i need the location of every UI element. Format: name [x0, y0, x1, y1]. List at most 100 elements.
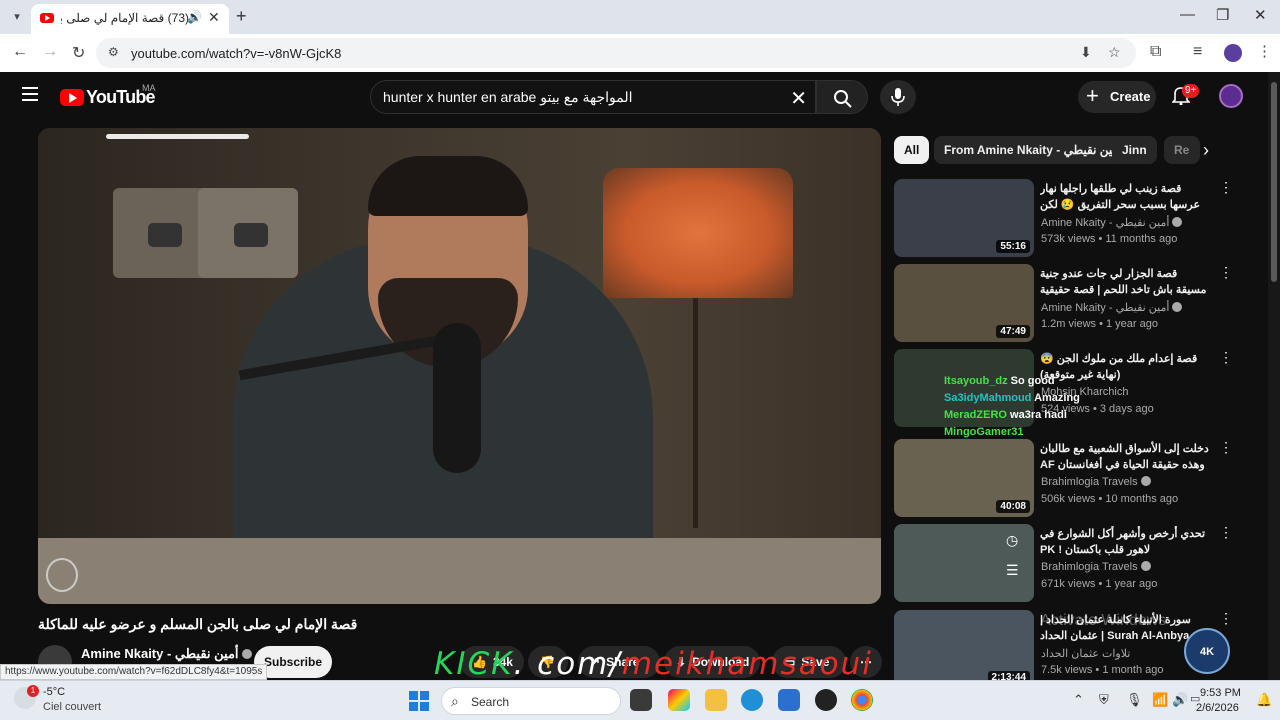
- channel-name[interactable]: Amine Nkaity - أمين نقيطي: [81, 646, 252, 662]
- verified-check-icon: [1140, 476, 1151, 486]
- more-options-icon[interactable]: ⋮: [1219, 524, 1233, 541]
- recommendation-item[interactable]: ◷ ☰ تحدي أرخص وأشهر أكل الشوارع في لاهور…: [894, 524, 1234, 604]
- weather-temperature[interactable]: -5°C: [43, 686, 65, 698]
- chip-from-channel[interactable]: From Amine Nkaity - أمين نقيطي: [934, 136, 1133, 164]
- extensions-icon[interactable]: ⧉: [1150, 43, 1161, 61]
- recommendation-channel-text[interactable]: Brahimlogia Travels: [1041, 476, 1138, 488]
- video-frame-hair: [368, 156, 528, 216]
- task-view-icon[interactable]: [630, 689, 652, 711]
- tab-search-dropdown-icon[interactable]: ▾: [8, 8, 26, 26]
- recommendation-channel-text[interactable]: Amine Nkaity - أمين نقيطي: [1041, 217, 1169, 229]
- search-query[interactable]: hunter x hunter en arabe المواجهة مع بيت…: [383, 89, 633, 106]
- notification-center-icon[interactable]: 🔔: [1256, 692, 1272, 708]
- page-scrollbar[interactable]: [1268, 72, 1280, 680]
- recommendation-channel[interactable]: Brahimlogia Travels: [1041, 561, 1151, 573]
- chip-all[interactable]: All: [894, 136, 930, 164]
- more-options-icon[interactable]: ⋮: [1219, 264, 1233, 281]
- recommendation-channel[interactable]: Amine Nkaity - أمين نقيطي: [1041, 301, 1183, 314]
- show-hidden-icons[interactable]: ⌃: [1073, 692, 1084, 708]
- add-to-queue-icon[interactable]: ☰: [1006, 562, 1019, 579]
- menu-icon[interactable]: [22, 87, 38, 101]
- chrome-icon[interactable]: [851, 689, 873, 711]
- file-explorer-icon[interactable]: [705, 689, 727, 711]
- window-close-icon[interactable]: ✕: [1254, 6, 1267, 24]
- recommendation-channel[interactable]: Brahimlogia Travels: [1041, 476, 1151, 488]
- site-info-icon[interactable]: ⚙: [108, 45, 119, 59]
- recommendation-channel-text[interactable]: Amine Nkaity - أمين نقيطي: [1041, 302, 1169, 314]
- windows-start-icon[interactable]: [409, 691, 429, 711]
- video-progress-bar[interactable]: [106, 134, 249, 139]
- create-label: Create: [1110, 89, 1151, 104]
- recommendation-title[interactable]: قصة الجزار لي جات عندو جنية مسيقة باش تا…: [1040, 266, 1210, 300]
- forward-icon[interactable]: →: [42, 43, 58, 61]
- chips-next-icon[interactable]: ›: [1203, 140, 1209, 161]
- recommendation-channel[interactable]: تلاوات عثمان الحداد: [1041, 647, 1130, 660]
- minimize-icon[interactable]: —: [1180, 6, 1195, 23]
- watch-later-icon[interactable]: ◷: [1006, 532, 1018, 549]
- activate-windows-watermark: Activate Windows: [1040, 612, 1167, 629]
- recommendation-title[interactable]: قصة زينب لي طلقها راجلها نهار عرسها بسبب…: [1040, 181, 1210, 215]
- recommendation-item[interactable]: 55:16 قصة زينب لي طلقها راجلها نهار عرسه…: [894, 179, 1234, 259]
- recommendation-item[interactable]: 47:49 قصة الجزار لي جات عندو جنية مسيقة …: [894, 264, 1234, 344]
- clock-date[interactable]: 2/6/2026: [1196, 702, 1239, 714]
- new-tab-icon[interactable]: +: [236, 6, 247, 27]
- bookmark-star-icon[interactable]: ☆: [1108, 44, 1121, 61]
- video-thumbnail[interactable]: 2:13:44: [894, 610, 1034, 688]
- media-controls-icon[interactable]: ≡: [1193, 43, 1202, 61]
- address-bar[interactable]: ⚙ youtube.com/watch?v=-v8nW-GjcK8 ⬇ ☆: [96, 38, 1136, 68]
- recommendation-title[interactable]: تحدي أرخص وأشهر أكل الشوارع في لاهور قلب…: [1040, 526, 1210, 558]
- edge-browser-icon[interactable]: [741, 689, 763, 711]
- more-options-icon[interactable]: ⋮: [1219, 349, 1233, 366]
- tab-audio-icon[interactable]: 🔊: [187, 10, 202, 24]
- channel-name-text[interactable]: Amine Nkaity - أمين نقيطي: [81, 646, 239, 661]
- create-button[interactable]: + Create: [1078, 81, 1156, 113]
- youtube-logo-icon[interactable]: [60, 89, 84, 106]
- search-button[interactable]: [816, 80, 868, 114]
- security-icon[interactable]: ⛨: [1099, 692, 1109, 708]
- microphone-tray-icon[interactable]: 🎙: [1126, 692, 1143, 708]
- video-thumbnail[interactable]: 47:49: [894, 264, 1034, 342]
- wifi-icon[interactable]: 📶: [1152, 692, 1168, 708]
- more-options-icon[interactable]: ⋮: [1219, 439, 1233, 456]
- video-thumbnail[interactable]: 40:08: [894, 439, 1034, 517]
- recommendation-item[interactable]: 40:08 دخلت إلى الأسواق الشعبية مع طالبان…: [894, 439, 1234, 519]
- weather-condition[interactable]: Ciel couvert: [43, 701, 101, 713]
- video-frame-lamp: [603, 168, 793, 298]
- recommendation-title[interactable]: دخلت إلى الأسواق الشعبية مع طالبان وهذه …: [1040, 441, 1210, 473]
- recommendation-channel[interactable]: Amine Nkaity - أمين نقيطي: [1041, 216, 1183, 229]
- volume-icon[interactable]: 🔊: [1172, 692, 1188, 708]
- overlay-dotcom-text: . com/: [513, 646, 622, 682]
- chip-jinn[interactable]: Jinn: [1112, 136, 1157, 164]
- stream-chat-overlay: Itsayoub_dz So good Sa3idyMahmoud Amazin…: [944, 373, 1104, 441]
- restore-icon[interactable]: ❐: [1216, 6, 1229, 24]
- browser-tab-active[interactable]: (73) قصة الإمام لي صلى بالـ 🔊 ✕: [31, 4, 229, 34]
- account-avatar[interactable]: [1219, 84, 1243, 108]
- install-app-icon[interactable]: ⬇: [1080, 44, 1092, 61]
- taskbar-search-box[interactable]: ⌕ Search: [441, 687, 621, 715]
- chat-message: Sa3idyMahmoud Amazing: [944, 390, 1104, 407]
- tab-close-icon[interactable]: ✕: [208, 9, 220, 26]
- voice-search-button[interactable]: [880, 80, 916, 114]
- back-icon[interactable]: ←: [12, 43, 28, 61]
- copilot-icon[interactable]: [668, 689, 690, 711]
- clear-search-icon[interactable]: ✕: [790, 86, 807, 111]
- scrollbar-thumb[interactable]: [1271, 82, 1277, 282]
- browser-menu-icon[interactable]: ⋮: [1257, 42, 1272, 60]
- more-options-icon[interactable]: ⋮: [1219, 610, 1233, 627]
- clock-time[interactable]: 9:53 PM: [1200, 687, 1241, 699]
- video-thumbnail[interactable]: 55:16: [894, 179, 1034, 257]
- obs-icon[interactable]: [815, 689, 837, 711]
- browser-profile-avatar[interactable]: [1224, 44, 1242, 62]
- more-options-icon[interactable]: ⋮: [1219, 179, 1233, 196]
- video-thumbnail[interactable]: ◷ ☰: [894, 524, 1034, 602]
- duration-badge: 55:16: [996, 240, 1030, 253]
- url-text[interactable]: youtube.com/watch?v=-v8nW-GjcK8: [131, 46, 341, 61]
- chip-truncated[interactable]: Re: [1164, 136, 1200, 164]
- recommendation-channel-text[interactable]: Brahimlogia Travels: [1041, 561, 1138, 573]
- reload-icon[interactable]: ↻: [72, 43, 85, 63]
- recommendation-meta: 671k views • 1 year ago: [1041, 578, 1158, 590]
- microsoft-store-icon[interactable]: [778, 689, 800, 711]
- video-player[interactable]: [38, 128, 881, 604]
- video-frame-desk: [38, 538, 881, 604]
- search-input[interactable]: hunter x hunter en arabe المواجهة مع بيت…: [370, 80, 816, 114]
